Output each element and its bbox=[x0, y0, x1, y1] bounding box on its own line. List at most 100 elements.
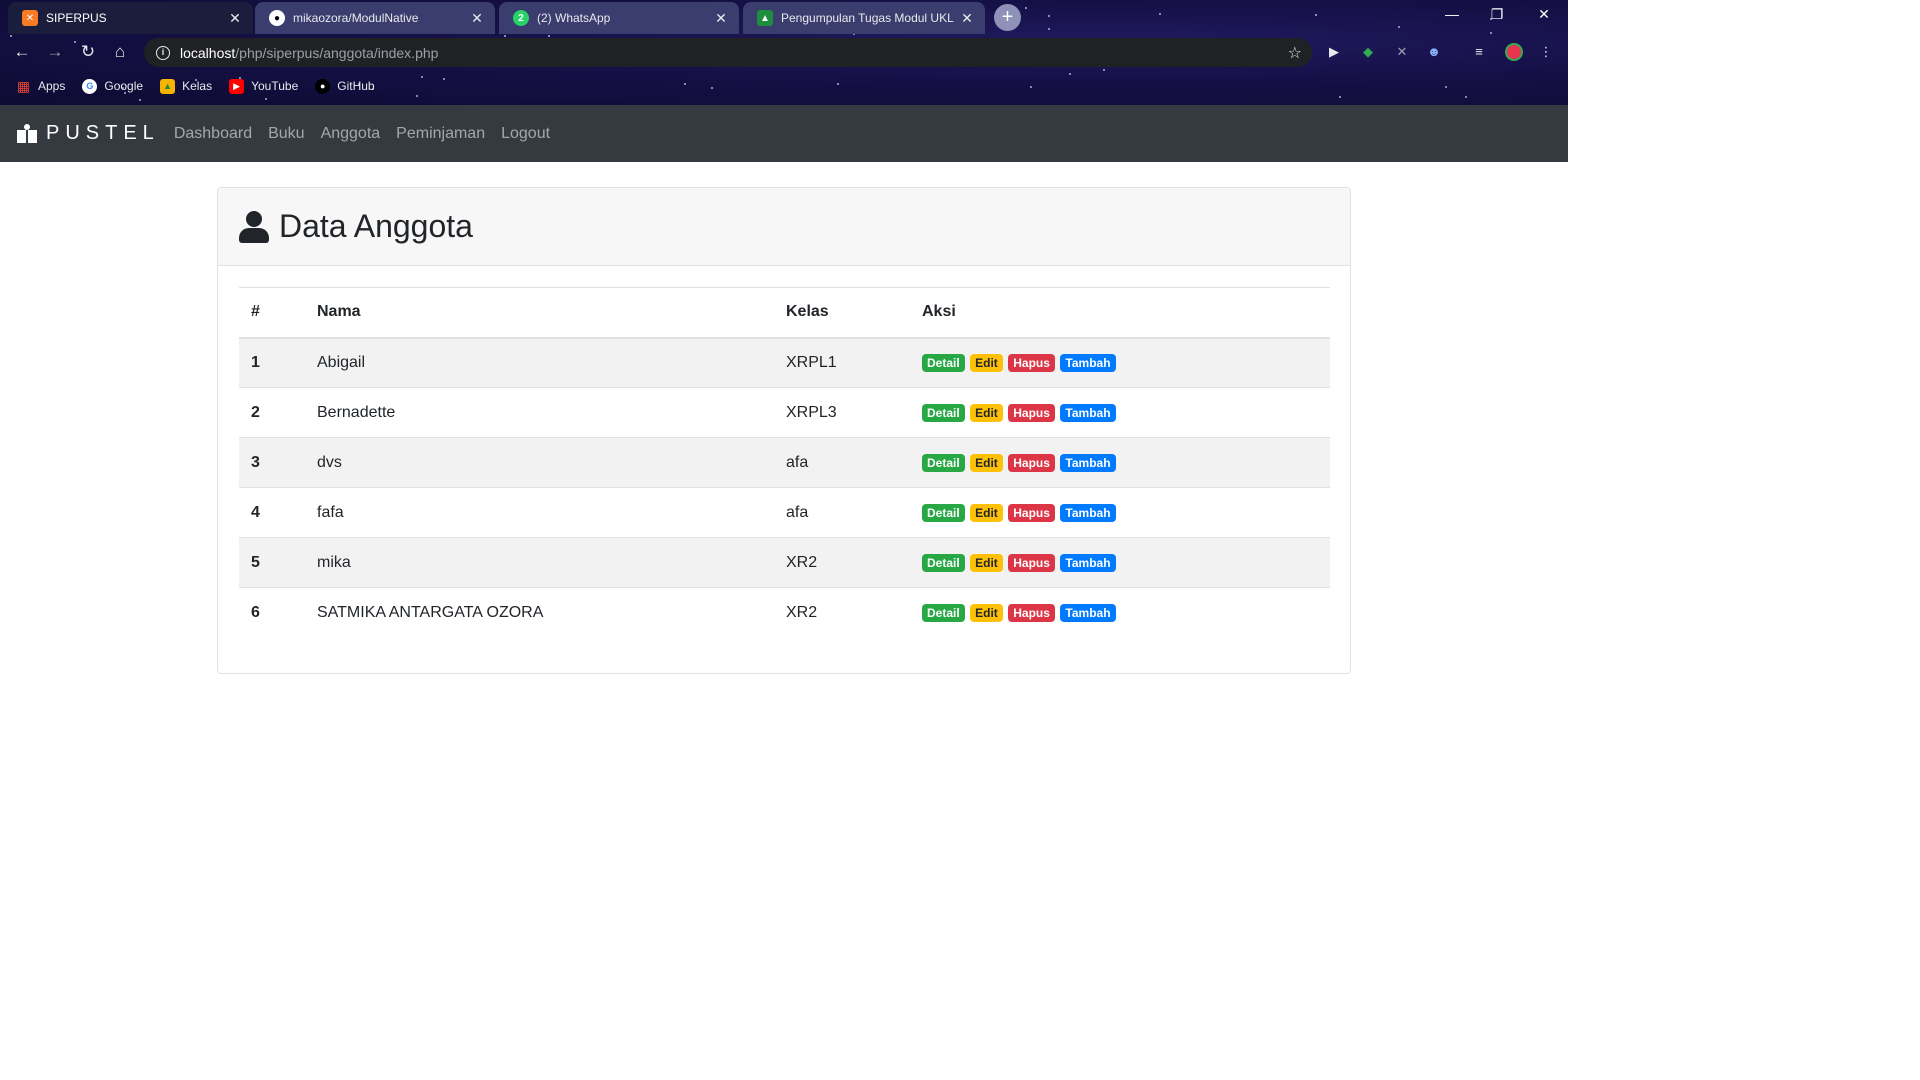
row-actions: Detail Edit Hapus Tambah bbox=[910, 487, 1330, 538]
column-header-aksi: Aksi bbox=[910, 287, 1330, 339]
bookmark-kelas[interactable]: ▲ Kelas bbox=[160, 78, 213, 94]
detail-button[interactable]: Detail bbox=[922, 603, 965, 622]
detail-button[interactable]: Detail bbox=[922, 353, 965, 372]
edit-button[interactable]: Edit bbox=[970, 353, 1003, 372]
close-icon[interactable]: ✕ bbox=[959, 10, 975, 27]
edit-button[interactable]: Edit bbox=[970, 603, 1003, 622]
brand[interactable]: PUSTEL bbox=[16, 122, 160, 145]
info-icon[interactable]: i bbox=[156, 45, 170, 60]
bookmark-star-icon[interactable]: ☆ bbox=[1288, 43, 1302, 63]
row-number: 4 bbox=[239, 487, 305, 538]
nav-peminjaman[interactable]: Peminjaman bbox=[396, 125, 485, 143]
tab-strip: ✕ SIPERPUS ✕ ● mikaozora/ModulNative ✕ 2… bbox=[0, 0, 1568, 34]
tab-siperpus[interactable]: ✕ SIPERPUS ✕ bbox=[8, 2, 253, 34]
edit-button[interactable]: Edit bbox=[970, 553, 1003, 572]
address-bar[interactable]: i localhost /php/siperpus/anggota/index.… bbox=[144, 38, 1312, 67]
detail-button[interactable]: Detail bbox=[922, 453, 965, 472]
media-control-icon[interactable]: ≡ bbox=[1471, 44, 1487, 60]
user-icon bbox=[239, 210, 269, 243]
play-extension-icon[interactable]: ▶ bbox=[1326, 44, 1342, 60]
detail-button[interactable]: Detail bbox=[922, 503, 965, 522]
table-row: 5 mika XR2 Detail Edit Hapus Tambah bbox=[239, 537, 1330, 588]
reload-icon[interactable]: ↻ bbox=[78, 42, 98, 62]
edit-button[interactable]: Edit bbox=[970, 503, 1003, 522]
apps-grid-icon: ▦ bbox=[16, 77, 31, 94]
tab-github[interactable]: ● mikaozora/ModulNative ✕ bbox=[255, 2, 495, 34]
minimize-icon[interactable]: — bbox=[1442, 6, 1462, 22]
tambah-button[interactable]: Tambah bbox=[1060, 353, 1116, 372]
bookmark-label: GitHub bbox=[337, 79, 375, 93]
tambah-button[interactable]: Tambah bbox=[1060, 553, 1116, 572]
forward-icon[interactable]: → bbox=[45, 42, 65, 62]
close-icon[interactable]: ✕ bbox=[227, 10, 243, 27]
card-header: Data Anggota bbox=[218, 188, 1350, 266]
table-header-row: # Nama Kelas Aksi bbox=[239, 287, 1330, 339]
row-number: 5 bbox=[239, 537, 305, 588]
hapus-button[interactable]: Hapus bbox=[1008, 503, 1055, 522]
detail-button[interactable]: Detail bbox=[922, 553, 965, 572]
bookmark-label: Kelas bbox=[182, 79, 213, 93]
member-kelas: XRPL3 bbox=[774, 387, 910, 438]
restore-icon[interactable]: ❐ bbox=[1487, 6, 1507, 23]
nav-dashboard[interactable]: Dashboard bbox=[174, 125, 252, 143]
row-number: 6 bbox=[239, 587, 305, 638]
bookmark-github[interactable]: ● GitHub bbox=[315, 78, 375, 94]
member-name: mika bbox=[305, 537, 774, 588]
classroom-icon: ▲ bbox=[757, 10, 773, 26]
member-name: Bernadette bbox=[305, 387, 774, 438]
cat-extension-icon[interactable]: ☻ bbox=[1426, 44, 1442, 60]
row-actions: Detail Edit Hapus Tambah bbox=[910, 337, 1330, 388]
detail-button[interactable]: Detail bbox=[922, 403, 965, 422]
xampp-icon: ✕ bbox=[22, 10, 38, 26]
member-name: fafa bbox=[305, 487, 774, 538]
hapus-button[interactable]: Hapus bbox=[1008, 403, 1055, 422]
row-number: 1 bbox=[239, 337, 305, 388]
row-actions: Detail Edit Hapus Tambah bbox=[910, 587, 1330, 638]
nav-buku[interactable]: Buku bbox=[268, 125, 304, 143]
hapus-button[interactable]: Hapus bbox=[1008, 353, 1055, 372]
tambah-button[interactable]: Tambah bbox=[1060, 403, 1116, 422]
back-icon[interactable]: ← bbox=[12, 42, 32, 62]
edit-button[interactable]: Edit bbox=[970, 403, 1003, 422]
tab-whatsapp[interactable]: 2 (2) WhatsApp ✕ bbox=[499, 2, 739, 34]
table-row: 6 SATMIKA ANTARGATA OZORA XR2 Detail Edit H… bbox=[239, 587, 1330, 638]
bookmark-label: YouTube bbox=[251, 79, 299, 93]
menu-kebab-icon[interactable]: ⋮ bbox=[1538, 44, 1554, 60]
bookmark-apps[interactable]: ▦ Apps bbox=[16, 77, 66, 94]
hapus-button[interactable]: Hapus bbox=[1008, 553, 1055, 572]
google-icon: G bbox=[82, 78, 98, 94]
tab-title: Pengumpulan Tugas Modul UKL bbox=[781, 11, 954, 25]
bookmark-label: Apps bbox=[38, 79, 66, 93]
tambah-button[interactable]: Tambah bbox=[1060, 503, 1116, 522]
tambah-button[interactable]: Tambah bbox=[1060, 453, 1116, 472]
close-window-icon[interactable]: ✕ bbox=[1534, 6, 1554, 23]
profile-avatar[interactable] bbox=[1505, 43, 1523, 61]
close-icon[interactable]: ✕ bbox=[469, 10, 485, 27]
close-icon[interactable]: ✕ bbox=[713, 10, 729, 27]
color-extension-icon[interactable]: ◆ bbox=[1360, 44, 1376, 60]
member-name: Abigail bbox=[305, 337, 774, 388]
nav-logout[interactable]: Logout bbox=[501, 125, 550, 143]
data-anggota-card: Data Anggota # Nama Kelas Aksi 1 Abigail X… bbox=[217, 187, 1351, 674]
member-name: SATMIKA ANTARGATA OZORA bbox=[305, 587, 774, 638]
classroom-icon: ▲ bbox=[160, 78, 176, 94]
nav-anggota[interactable]: Anggota bbox=[321, 125, 381, 143]
home-icon[interactable]: ⌂ bbox=[110, 42, 130, 62]
bookmarks-bar: ▦ Apps G Google ▲ Kelas ▶ YouTube ● GitH… bbox=[0, 72, 1568, 100]
member-kelas: afa bbox=[774, 487, 910, 538]
x-extension-icon[interactable]: ✕ bbox=[1394, 44, 1410, 60]
column-header-number: # bbox=[239, 287, 305, 339]
tab-classroom[interactable]: ▲ Pengumpulan Tugas Modul UKL ✕ bbox=[743, 2, 985, 34]
tab-title: SIPERPUS bbox=[46, 11, 107, 25]
bookmark-google[interactable]: G Google bbox=[82, 78, 143, 94]
member-kelas: XR2 bbox=[774, 537, 910, 588]
table-row: 4 fafa afa Detail Edit Hapus Tambah bbox=[239, 487, 1330, 538]
hapus-button[interactable]: Hapus bbox=[1008, 603, 1055, 622]
edit-button[interactable]: Edit bbox=[970, 453, 1003, 472]
tambah-button[interactable]: Tambah bbox=[1060, 603, 1116, 622]
table-body: 1 Abigail XRPL1 Detail Edit Hapus Tambah 2 Be… bbox=[239, 337, 1330, 638]
tab-title: mikaozora/ModulNative bbox=[293, 11, 419, 25]
bookmark-youtube[interactable]: ▶ YouTube bbox=[229, 78, 299, 94]
new-tab-button[interactable]: + bbox=[994, 4, 1021, 31]
hapus-button[interactable]: Hapus bbox=[1008, 453, 1055, 472]
